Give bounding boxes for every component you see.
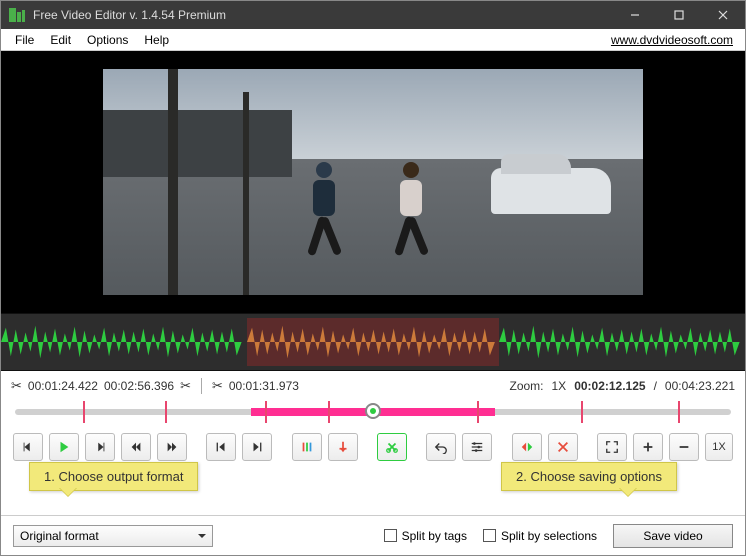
step-forward-button[interactable]: [85, 433, 115, 461]
zoom-out-button[interactable]: [669, 433, 699, 461]
maximize-button[interactable]: [657, 1, 701, 29]
cut-end-time: 00:02:56.396: [104, 379, 174, 393]
audio-waveform[interactable]: [1, 313, 745, 371]
total-time: 00:04:23.221: [665, 379, 735, 393]
menu-help[interactable]: Help: [136, 31, 177, 49]
zoom-in-button[interactable]: [633, 433, 663, 461]
split-by-selections-checkbox[interactable]: Split by selections: [483, 529, 597, 543]
split-by-tags-checkbox[interactable]: Split by tags: [384, 529, 467, 543]
zoom-value: 1X: [552, 379, 567, 393]
menu-options[interactable]: Options: [79, 31, 136, 49]
goto-start-button[interactable]: [206, 433, 236, 461]
settings-button[interactable]: [462, 433, 492, 461]
split-by-tags-label: Split by tags: [402, 529, 467, 543]
scissors-icon: ✂: [180, 378, 191, 394]
zoom-label: Zoom:: [509, 379, 543, 393]
close-button[interactable]: [701, 1, 745, 29]
output-format-dropdown[interactable]: Original format: [13, 525, 213, 547]
goto-end-button[interactable]: [242, 433, 272, 461]
play-button[interactable]: [49, 433, 79, 461]
callout-saving-options: 2. Choose saving options: [501, 462, 677, 491]
delete-selection-button[interactable]: [548, 433, 578, 461]
step-back-button[interactable]: [13, 433, 43, 461]
frame-back-button[interactable]: [121, 433, 151, 461]
split-by-selections-label: Split by selections: [501, 529, 597, 543]
current-time: 00:02:12.125: [574, 379, 645, 393]
segment-duration: 00:01:31.973: [229, 379, 299, 393]
output-format-value: Original format: [20, 529, 99, 543]
website-link[interactable]: www.dvdvideosoft.com: [611, 33, 739, 47]
cut-start-time: 00:01:24.422: [28, 379, 98, 393]
cut-button[interactable]: [377, 433, 407, 461]
app-logo: [9, 8, 25, 22]
menu-file[interactable]: File: [7, 31, 42, 49]
set-marker-button[interactable]: [328, 433, 358, 461]
menu-edit[interactable]: Edit: [42, 31, 79, 49]
undo-button[interactable]: [426, 433, 456, 461]
minimize-button[interactable]: [613, 1, 657, 29]
save-video-button[interactable]: Save video: [613, 524, 733, 548]
scissors-icon: ✂: [11, 378, 22, 394]
zoom-to-selection-button[interactable]: [597, 433, 627, 461]
scissors-icon: ✂: [212, 378, 223, 394]
window-title: Free Video Editor v. 1.4.54 Premium: [33, 8, 226, 22]
time-separator: /: [654, 379, 657, 393]
callout-output-format: 1. Choose output format: [29, 462, 198, 491]
playhead[interactable]: [365, 403, 381, 419]
timeline-slider[interactable]: [1, 397, 745, 427]
frame-forward-button[interactable]: [157, 433, 187, 461]
zoom-reset-button[interactable]: 1X: [705, 433, 733, 461]
invert-selection-button[interactable]: [512, 433, 542, 461]
video-preview[interactable]: [1, 51, 745, 313]
waveform-toggle-button[interactable]: [292, 433, 322, 461]
